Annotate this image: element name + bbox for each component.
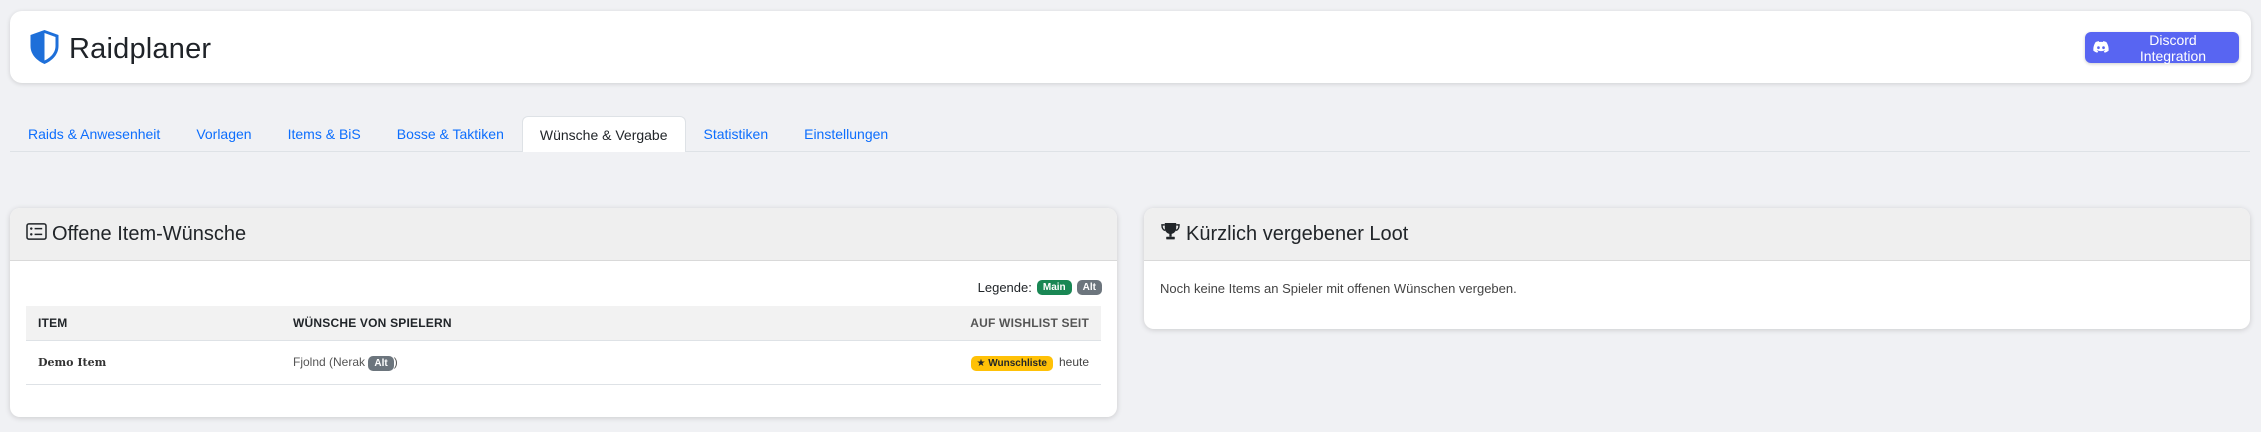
tab-wuensche[interactable]: Wünsche & Vergabe (521, 116, 686, 152)
card-header: Kürzlich vergebener Loot (1144, 208, 2250, 261)
recent-loot-card: Kürzlich vergebener Loot Noch keine Item… (1144, 208, 2250, 329)
tab-bosse[interactable]: Bosse & Taktiken (379, 116, 522, 151)
legend-label: Legende: (977, 280, 1032, 295)
discord-integration-button[interactable]: Discord Integration (2085, 31, 2239, 64)
wishes-table: Item Wünsche von Spielern Auf Wishlist s… (26, 306, 1101, 385)
brand[interactable]: Raidplaner (28, 29, 211, 70)
discord-icon (2093, 40, 2109, 56)
legend: Legende: Main Alt (978, 280, 1102, 295)
since-cell: ★ Wunschliste heute (901, 340, 1101, 385)
trophy-icon (1160, 222, 1186, 246)
list-card-icon (26, 222, 52, 246)
column-header-item: Item (26, 306, 281, 341)
card-header: Offene Item-Wünsche (10, 208, 1117, 261)
empty-state-text: Noch keine Items an Spieler mit offenen … (1160, 281, 1517, 296)
card-title: Kürzlich vergebener Loot (1186, 222, 1409, 245)
legend-main-badge: Main (1036, 280, 1072, 295)
table-row[interactable]: Demo Item Fjolnd (Nerak Alt) ★ Wunschlis… (26, 340, 1101, 385)
shield-icon (28, 29, 61, 70)
tab-einstellungen[interactable]: Einstellungen (786, 116, 906, 151)
since-date: heute (1058, 354, 1089, 369)
discord-button-label: Discord Integration (2139, 31, 2207, 64)
wishlist-badge: ★ Wunschliste (970, 355, 1053, 371)
tab-vorlagen[interactable]: Vorlagen (178, 116, 269, 151)
wishes-cell: Fjolnd (Nerak Alt) (281, 340, 901, 385)
column-header-since: Auf Wishlist seit (901, 306, 1101, 341)
tab-raids[interactable]: Raids & Anwesenheit (10, 116, 178, 151)
card-title: Offene Item-Wünsche (52, 222, 247, 245)
player-name: Fjolnd (Nerak (293, 354, 369, 369)
legend-alt-badge: Alt (1076, 280, 1102, 295)
alt-badge: Alt (368, 355, 394, 371)
tab-items[interactable]: Items & BiS (270, 116, 379, 151)
top-navbar: Raidplaner Discord Integration (10, 11, 2251, 83)
item-cell[interactable]: Demo Item (26, 340, 281, 385)
tab-statistiken[interactable]: Statistiken (686, 116, 787, 151)
column-header-wishes: Wünsche von Spielern (281, 306, 901, 341)
main-tabs: Raids & Anwesenheit Vorlagen Items & BiS… (10, 116, 2250, 152)
table-header-row: Item Wünsche von Spielern Auf Wishlist s… (26, 306, 1101, 341)
open-wishes-card: Offene Item-Wünsche Legende: Main Alt It… (10, 208, 1117, 417)
player-close: ) (393, 354, 398, 369)
app-title: Raidplaner (69, 33, 212, 65)
